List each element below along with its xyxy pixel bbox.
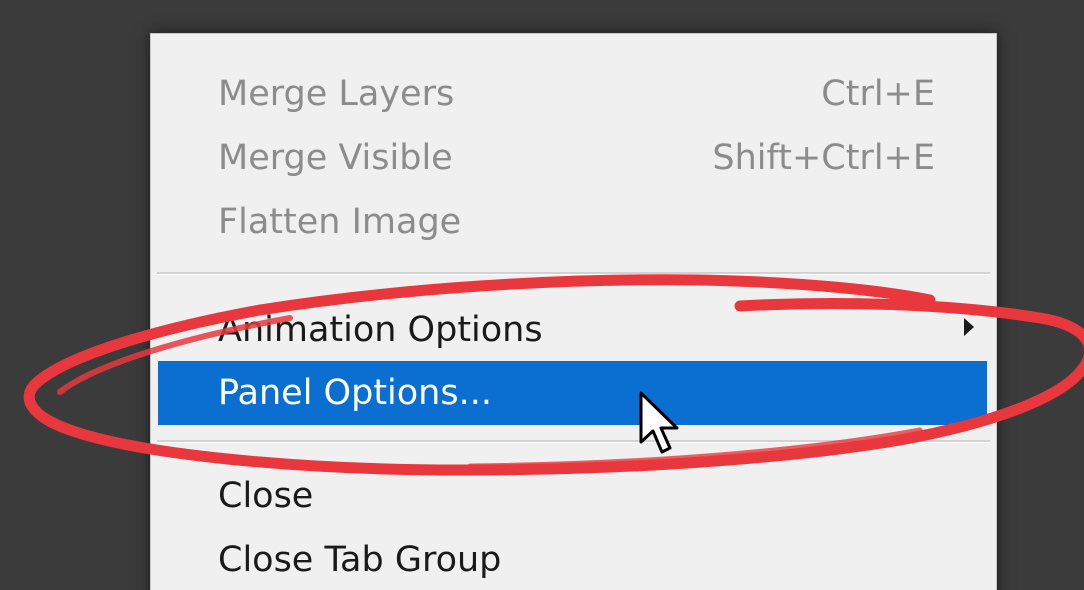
menu-item-label: Merge Visible bbox=[218, 138, 453, 178]
menu-item-label: Flatten Image bbox=[218, 202, 462, 242]
menu-item-shortcut: Ctrl+E bbox=[821, 74, 935, 114]
menu-item-shortcut: Shift+Ctrl+E bbox=[712, 138, 935, 178]
menu-item-close[interactable]: Close bbox=[151, 464, 998, 528]
panel-context-menu: Merge Layers Ctrl+E Merge Visible Shift+… bbox=[150, 33, 997, 590]
menu-item-label: Close Tab Group bbox=[218, 540, 502, 580]
mouse-pointer-icon bbox=[639, 391, 679, 454]
menu-item-label: Close bbox=[218, 476, 314, 516]
menu-item-flatten-image: Flatten Image bbox=[151, 190, 998, 254]
menu-separator bbox=[157, 272, 990, 275]
menu-item-close-tab-group[interactable]: Close Tab Group bbox=[151, 528, 998, 590]
submenu-arrow-icon bbox=[964, 318, 974, 336]
menu-item-merge-visible: Merge Visible Shift+Ctrl+E bbox=[151, 126, 998, 190]
menu-item-label: Animation Options bbox=[218, 310, 543, 350]
menu-item-panel-options[interactable]: Panel Options... bbox=[158, 361, 987, 425]
menu-separator bbox=[157, 440, 990, 443]
screenshot-stage: Merge Layers Ctrl+E Merge Visible Shift+… bbox=[0, 0, 1084, 590]
menu-item-label: Merge Layers bbox=[218, 74, 455, 114]
menu-item-merge-layers: Merge Layers Ctrl+E bbox=[151, 62, 998, 126]
menu-item-label: Panel Options... bbox=[218, 373, 492, 413]
menu-item-animation-options[interactable]: Animation Options bbox=[151, 298, 998, 362]
